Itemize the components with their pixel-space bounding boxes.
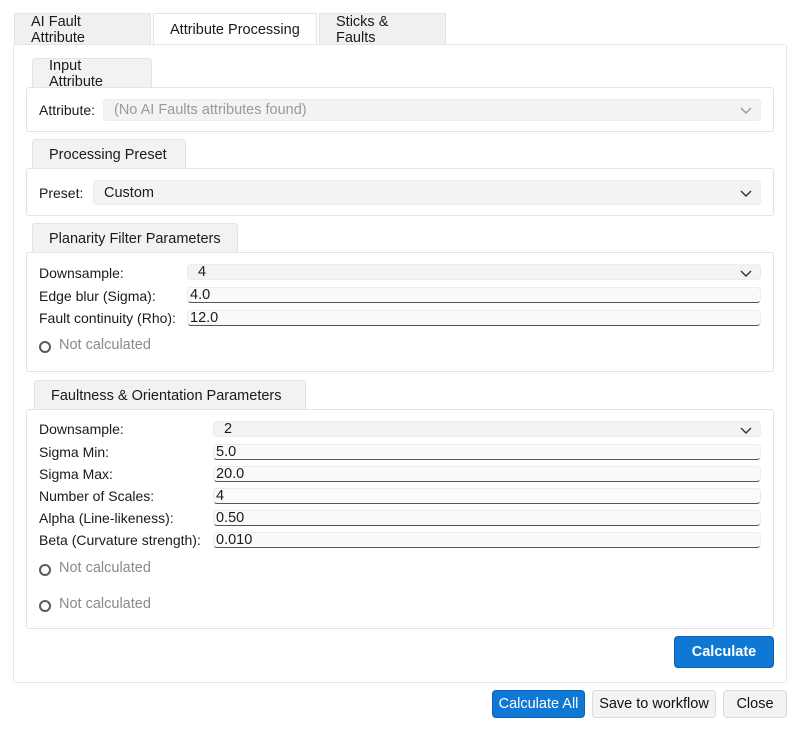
- fault-continuity-label: Fault continuity (Rho):: [39, 310, 176, 326]
- preset-label: Preset:: [39, 185, 84, 201]
- calculate-button[interactable]: Calculate: [674, 636, 774, 668]
- faultness-status-1-text: Not calculated: [59, 560, 151, 576]
- tab-sticks-faults[interactable]: Sticks & Faults: [319, 13, 446, 46]
- sigma-max-input[interactable]: 20.0: [213, 466, 761, 482]
- chevron-down-icon: [740, 190, 752, 197]
- planarity-downsample-label: Downsample:: [39, 265, 124, 281]
- faultness-downsample-label: Downsample:: [39, 421, 124, 437]
- fault-continuity-input[interactable]: 12.0: [187, 310, 761, 326]
- tab-content-panel: Input Attribute Attribute: (No AI Faults…: [13, 44, 787, 683]
- number-of-scales-input[interactable]: 4: [213, 488, 761, 504]
- preset-select-value: Custom: [104, 184, 154, 201]
- planarity-downsample-select[interactable]: 4: [187, 264, 761, 280]
- alpha-label: Alpha (Line-likeness):: [39, 510, 174, 526]
- preset-select[interactable]: Custom: [93, 180, 761, 205]
- status-indicator-icon: [39, 340, 51, 353]
- planarity-title: Planarity Filter Parameters: [32, 223, 238, 253]
- attribute-select-value: (No AI Faults attributes found): [114, 102, 307, 118]
- input-attribute-title: Input Attribute: [32, 58, 152, 90]
- number-of-scales-label: Number of Scales:: [39, 488, 155, 504]
- faultness-status-1: Not calculated: [39, 560, 151, 576]
- planarity-status-text: Not calculated: [59, 337, 151, 353]
- chevron-down-icon: [740, 107, 752, 114]
- alpha-input[interactable]: 0.50: [213, 510, 761, 526]
- faultness-status-2: Not calculated: [39, 596, 151, 612]
- faultness-downsample-value: 2: [224, 421, 233, 437]
- close-button[interactable]: Close: [723, 690, 787, 718]
- edge-blur-label: Edge blur (Sigma):: [39, 288, 156, 304]
- planarity-status: Not calculated: [39, 337, 151, 353]
- faultness-status-2-text: Not calculated: [59, 596, 151, 612]
- sigma-max-label: Sigma Max:: [39, 466, 113, 482]
- beta-input[interactable]: 0.010: [213, 532, 761, 548]
- tab-attribute-processing[interactable]: Attribute Processing: [153, 13, 317, 45]
- processing-preset-group: Preset: Custom: [26, 168, 774, 216]
- beta-label: Beta (Curvature strength):: [39, 532, 201, 548]
- faultness-title: Faultness & Orientation Parameters: [34, 380, 306, 410]
- input-attribute-group: Attribute: (No AI Faults attributes foun…: [26, 87, 774, 132]
- status-indicator-icon: [39, 599, 51, 612]
- faultness-group: Downsample: 2 Sigma Min: 5.0 Sigma Max: …: [26, 409, 774, 629]
- tab-ai-fault-attribute[interactable]: AI Fault Attribute: [14, 13, 151, 46]
- chevron-down-icon: [740, 270, 752, 277]
- attribute-select[interactable]: (No AI Faults attributes found): [103, 99, 761, 121]
- sigma-min-input[interactable]: 5.0: [213, 444, 761, 460]
- processing-preset-title: Processing Preset: [32, 139, 186, 169]
- tab-bar: AI Fault Attribute Attribute Processing …: [14, 13, 448, 46]
- calculate-all-button[interactable]: Calculate All: [492, 690, 585, 718]
- planarity-group: Downsample: 4 Edge blur (Sigma): 4.0 Fau…: [26, 252, 774, 372]
- faultness-downsample-select[interactable]: 2: [213, 421, 761, 437]
- save-to-workflow-button[interactable]: Save to workflow: [592, 690, 716, 718]
- status-indicator-icon: [39, 563, 51, 576]
- sigma-min-label: Sigma Min:: [39, 444, 110, 460]
- planarity-downsample-value: 4: [198, 264, 207, 280]
- edge-blur-input[interactable]: 4.0: [187, 287, 761, 303]
- attribute-label: Attribute:: [39, 102, 96, 118]
- chevron-down-icon: [740, 427, 752, 434]
